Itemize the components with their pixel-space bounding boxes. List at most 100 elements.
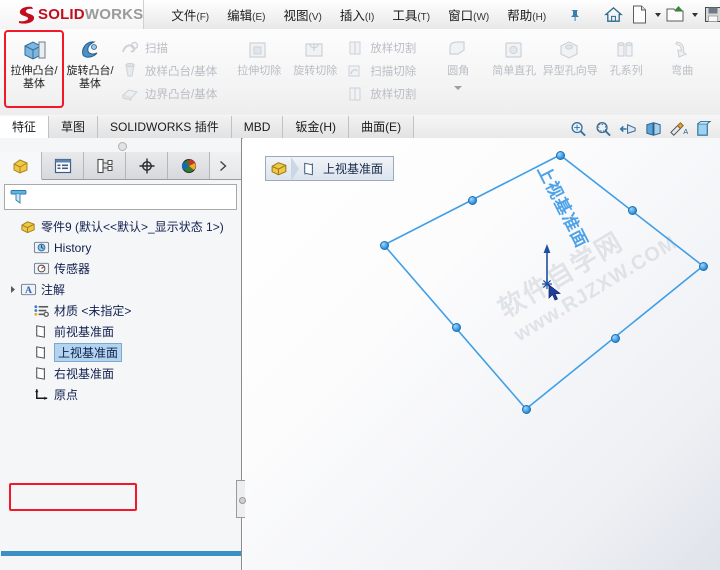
tree-node-annotations[interactable]: A 注解 bbox=[6, 279, 241, 300]
menu-window-mnemonic: (W) bbox=[473, 12, 490, 23]
tree-filter-bar[interactable] bbox=[4, 184, 237, 210]
material-glyph bbox=[33, 305, 49, 317]
menu-help-mnemonic: (H) bbox=[532, 12, 547, 23]
sweep-button[interactable]: 扫描 bbox=[118, 36, 223, 59]
plane-glyph bbox=[35, 325, 45, 338]
history-folder-icon bbox=[32, 239, 50, 257]
part-icon bbox=[19, 218, 37, 236]
flex-button[interactable]: 弯曲 bbox=[654, 32, 710, 78]
menu-file-label: 文件 bbox=[171, 9, 197, 23]
display-manager-tab[interactable] bbox=[168, 152, 210, 179]
tree-node-part-label: 零件9 (默认<<默认>_显示状态 1>) bbox=[41, 220, 224, 234]
open-folder-icon[interactable] bbox=[664, 3, 688, 27]
tab-features[interactable]: 特征 bbox=[0, 116, 50, 139]
menu-insert-mnemonic: (I) bbox=[364, 12, 375, 23]
configuration-manager-tab[interactable] bbox=[84, 152, 126, 179]
hole-series-label: 孔系列 bbox=[609, 65, 643, 77]
cut-small-buttons: 放样切割 扫描切除 放样切割 bbox=[343, 32, 422, 105]
graphics-area[interactable]: 软件自学网 www.RJZXW.COM 上视基准面 上视基准面 bbox=[243, 138, 720, 570]
menu-window-label: 窗口 bbox=[448, 9, 474, 23]
tab-solidworks-addins[interactable]: SOLIDWORKS 插件 bbox=[98, 116, 232, 138]
feature-tree-icon bbox=[13, 158, 27, 174]
save-icon[interactable] bbox=[701, 3, 720, 27]
zoom-to-fit-icon[interactable] bbox=[566, 119, 591, 139]
tree-node-top-plane-label: 上视基准面 bbox=[54, 343, 123, 362]
extrude-boss-button[interactable]: 拉伸凸台/基体 bbox=[4, 30, 64, 108]
feature-manager-tab[interactable] bbox=[0, 152, 42, 180]
zoom-area-glyph bbox=[596, 121, 611, 137]
menu-tools[interactable]: 工具(T) bbox=[383, 1, 439, 28]
property-manager-icon bbox=[54, 158, 71, 173]
loft-boss-button[interactable]: 放样凸台/基体 bbox=[118, 59, 223, 82]
tree-node-top-plane[interactable]: 上视基准面 bbox=[6, 342, 241, 363]
home-icon[interactable] bbox=[601, 3, 625, 27]
menu-file[interactable]: 文件(F) bbox=[162, 1, 218, 28]
fillet-dropdown-icon[interactable] bbox=[430, 86, 486, 90]
new-doc-glyph bbox=[632, 5, 646, 24]
section-view-icon[interactable] bbox=[641, 119, 666, 139]
filter-icon bbox=[10, 190, 27, 204]
display-style-icon[interactable] bbox=[691, 119, 716, 139]
tab-sketch[interactable]: 草图 bbox=[49, 116, 99, 138]
hole-series-button[interactable]: 孔系列 bbox=[598, 32, 654, 78]
extrude-cut-label: 拉伸切除 bbox=[237, 65, 282, 77]
tree-node-sensors-label: 传感器 bbox=[54, 262, 91, 276]
zoom-to-area-icon[interactable] bbox=[591, 119, 616, 139]
plane-handle-corner-right[interactable] bbox=[699, 262, 708, 271]
pushpin-icon[interactable] bbox=[565, 5, 585, 25]
tree-node-material[interactable]: 材质 <未指定> bbox=[6, 300, 241, 321]
menu-help[interactable]: 帮助(H) bbox=[498, 1, 555, 28]
boundary-boss-button[interactable]: 边界凸台/基体 bbox=[118, 82, 223, 105]
panel-more-tabs-button[interactable] bbox=[210, 152, 241, 179]
tree-node-right-plane[interactable]: 右视基准面 bbox=[6, 363, 241, 384]
origin-glyph bbox=[34, 389, 47, 400]
menu-edit[interactable]: 编辑(E) bbox=[218, 1, 274, 28]
extrude-boss-label: 拉伸凸台/基体 bbox=[10, 65, 58, 90]
new-document-caret-icon[interactable] bbox=[653, 4, 662, 26]
plane-icon bbox=[32, 323, 50, 341]
annotations-folder-icon: A bbox=[19, 281, 37, 299]
plane-handle-mid-bottom-right[interactable] bbox=[611, 334, 620, 343]
hole-wizard-button[interactable]: 异型孔向导 bbox=[542, 32, 598, 78]
panel-grip[interactable] bbox=[0, 138, 241, 152]
sensor-folder-icon bbox=[32, 260, 50, 278]
fillet-button[interactable]: 圆角 bbox=[430, 32, 486, 78]
menu-view[interactable]: 视图(V) bbox=[275, 1, 331, 28]
menu-insert[interactable]: 插入(I) bbox=[331, 1, 383, 28]
ribbon-group-cut: 拉伸切除 旋转切除 放样切割 扫描切除 放样切割 bbox=[231, 29, 422, 115]
menu-window[interactable]: 窗口(W) bbox=[439, 1, 498, 28]
loft-cut-button[interactable]: 放样切割 bbox=[343, 36, 422, 59]
tree-node-sensors[interactable]: 传感器 bbox=[6, 258, 241, 279]
revolve-cut-button[interactable]: 旋转切除 bbox=[287, 32, 343, 78]
revolve-boss-button[interactable]: 旋转凸台/基体 bbox=[62, 32, 118, 91]
tree-node-front-plane[interactable]: 前视基准面 bbox=[6, 321, 241, 342]
top-plane-geometry[interactable] bbox=[243, 138, 720, 570]
tree-node-history[interactable]: History bbox=[6, 237, 241, 258]
extrude-cut-button[interactable]: 拉伸切除 bbox=[231, 32, 287, 78]
view-orientation-icon[interactable]: A bbox=[666, 119, 691, 139]
open-folder-caret-icon[interactable] bbox=[690, 4, 699, 26]
tree-expander-annotations[interactable] bbox=[6, 285, 19, 294]
dimxpert-manager-tab[interactable] bbox=[126, 152, 168, 179]
plane-handle-corner-top[interactable] bbox=[556, 151, 565, 160]
boundary-cut-button[interactable]: 放样切割 bbox=[343, 82, 422, 105]
property-manager-tab[interactable] bbox=[42, 152, 84, 179]
boundary-boss-label: 边界凸台/基体 bbox=[145, 88, 218, 101]
sweep-cut-button[interactable]: 扫描切除 bbox=[343, 59, 422, 82]
new-document-icon[interactable] bbox=[627, 3, 651, 27]
plane-handle-mid-top-left[interactable] bbox=[468, 196, 477, 205]
hole-wizard-icon bbox=[560, 41, 578, 59]
pushpin-glyph bbox=[571, 9, 580, 21]
plane-handle-mid-top-right[interactable] bbox=[628, 206, 637, 215]
tree-node-part[interactable]: 零件9 (默认<<默认>_显示状态 1>) bbox=[6, 216, 241, 237]
plane-handle-corner-bottom[interactable] bbox=[522, 405, 531, 414]
panel-splitter-handle[interactable] bbox=[236, 480, 246, 518]
plane-handle-corner-left[interactable] bbox=[380, 241, 389, 250]
loft-cut-icon bbox=[349, 41, 361, 54]
loft-cut-label: 放样切割 bbox=[370, 42, 417, 55]
simple-hole-button[interactable]: 简单直孔 bbox=[486, 32, 542, 78]
previous-view-icon[interactable] bbox=[616, 119, 641, 139]
plane-icon bbox=[32, 365, 50, 383]
plane-handle-mid-bottom-left[interactable] bbox=[452, 323, 461, 332]
tree-node-origin[interactable]: 原点 bbox=[6, 384, 241, 405]
